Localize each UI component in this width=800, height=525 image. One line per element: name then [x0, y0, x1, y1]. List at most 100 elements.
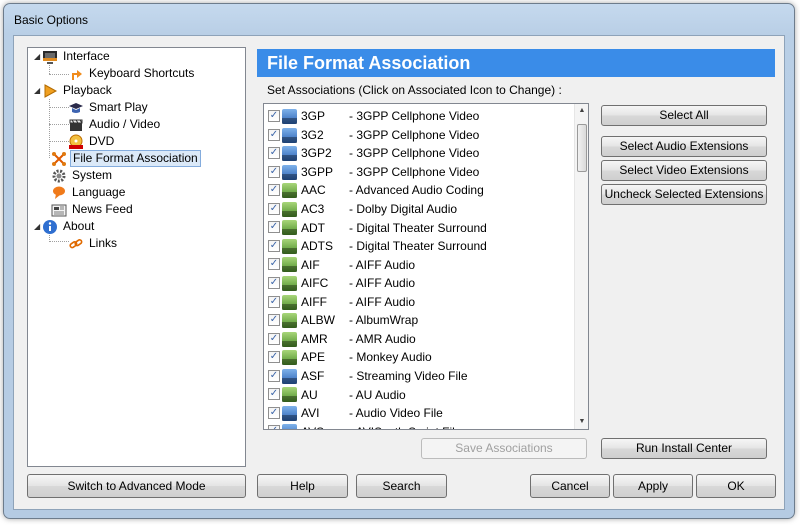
association-row[interactable]: ✓ ALBW - AlbumWrap — [264, 311, 576, 330]
select-audio-extensions-button[interactable]: Select Audio Extensions — [601, 136, 767, 157]
video-file-icon[interactable] — [282, 424, 297, 429]
association-checkbox[interactable]: ✓ — [268, 332, 280, 345]
video-file-icon[interactable] — [282, 127, 297, 143]
audio-file-icon[interactable] — [282, 294, 297, 310]
tree-item-playback[interactable]: ◢ Playback — [34, 82, 114, 99]
association-row[interactable]: ✓ 3G2 - 3GPP Cellphone Video — [264, 126, 576, 145]
help-button[interactable]: Help — [257, 474, 348, 498]
audio-file-icon[interactable] — [282, 257, 297, 273]
video-file-icon[interactable] — [282, 405, 297, 421]
options-tree[interactable]: ◢ Interface Keyboard Shortcuts ◢ Playbac… — [27, 47, 246, 467]
association-checkbox[interactable]: ✓ — [268, 110, 280, 122]
audio-file-icon[interactable] — [282, 201, 297, 217]
audio-file-icon[interactable] — [282, 183, 297, 199]
association-row[interactable]: ✓ 3GP - 3GPP Cellphone Video — [264, 107, 576, 126]
play-icon — [42, 83, 58, 99]
save-associations-button[interactable]: Save Associations — [421, 438, 587, 459]
association-row[interactable]: ✓ ADT - Digital Theater Surround — [264, 218, 576, 237]
association-checkbox[interactable]: ✓ — [268, 258, 280, 271]
audio-file-icon[interactable] — [282, 275, 297, 291]
tree-item-system[interactable]: System — [51, 167, 114, 184]
association-row[interactable]: ✓ AC3 - Dolby Digital Audio — [264, 200, 576, 219]
dialog-client-area: ◢ Interface Keyboard Shortcuts ◢ Playbac… — [13, 35, 785, 510]
ok-button[interactable]: OK — [696, 474, 776, 498]
association-checkbox[interactable]: ✓ — [268, 369, 280, 382]
audio-file-icon[interactable] — [282, 220, 297, 236]
audio-file-icon[interactable] — [282, 313, 297, 329]
extension-label: 3GP — [301, 109, 326, 124]
scroll-up-arrow-icon[interactable]: ▲ — [575, 104, 588, 118]
collapse-triangle-icon[interactable]: ◢ — [34, 82, 42, 99]
association-row[interactable]: ✓ AIFF - AIFF Audio — [264, 293, 576, 312]
association-row[interactable]: ✓ ADTS - Digital Theater Surround — [264, 237, 576, 256]
audio-file-icon[interactable] — [282, 331, 297, 347]
run-install-center-button[interactable]: Run Install Center — [601, 438, 767, 459]
list-scrollbar[interactable]: ▲ ▼ — [574, 104, 588, 429]
association-row[interactable]: ✓ AU - AU Audio — [264, 385, 576, 404]
search-button[interactable]: Search — [356, 474, 447, 498]
association-checkbox[interactable]: ✓ — [268, 425, 280, 429]
association-checkbox[interactable]: ✓ — [268, 388, 280, 401]
association-checkbox[interactable]: ✓ — [268, 202, 280, 215]
audio-file-icon[interactable] — [282, 350, 297, 366]
association-row[interactable]: ✓ 3GPP - 3GPP Cellphone Video — [264, 163, 576, 182]
association-checkbox[interactable]: ✓ — [268, 239, 280, 252]
association-checkbox[interactable]: ✓ — [268, 221, 280, 234]
select-video-extensions-button[interactable]: Select Video Extensions — [601, 160, 767, 181]
tree-item-audio-video[interactable]: Audio / Video — [68, 116, 162, 133]
switch-to-advanced-mode-button[interactable]: Switch to Advanced Mode — [27, 474, 246, 498]
tree-item-file-format-association[interactable]: File Format Association — [51, 150, 201, 167]
association-row[interactable]: ✓ AMR - AMR Audio — [264, 330, 576, 349]
tree-item-about[interactable]: ◢ About — [34, 218, 96, 235]
association-row[interactable]: ✓ 3GP2 - 3GPP Cellphone Video — [264, 144, 576, 163]
select-all-button[interactable]: Select All — [601, 105, 767, 126]
association-checkbox[interactable]: ✓ — [268, 147, 280, 160]
video-file-icon[interactable] — [282, 368, 297, 384]
extension-description: - 3GPP Cellphone Video — [349, 164, 480, 179]
cancel-button[interactable]: Cancel — [530, 474, 610, 498]
extension-description: - Audio Video File — [349, 406, 443, 421]
collapse-triangle-icon[interactable]: ◢ — [34, 218, 42, 235]
tree-item-dvd[interactable]: DVD — [68, 133, 116, 150]
collapse-triangle-icon[interactable]: ◢ — [34, 48, 42, 65]
window-title: Basic Options — [14, 13, 89, 27]
tree-item-keyboard-shortcuts[interactable]: Keyboard Shortcuts — [68, 65, 196, 82]
video-file-icon[interactable] — [282, 164, 297, 180]
extension-description: - Monkey Audio — [349, 350, 432, 365]
association-checkbox[interactable]: ✓ — [268, 128, 280, 141]
apply-button[interactable]: Apply — [613, 474, 693, 498]
scrollbar-thumb[interactable] — [577, 124, 587, 172]
tree-item-smart-play[interactable]: Smart Play — [68, 99, 150, 116]
audio-file-icon[interactable] — [282, 387, 297, 403]
association-row[interactable]: ✓ AIF - AIFF Audio — [264, 255, 576, 274]
extension-label: 3GP2 — [301, 146, 332, 161]
association-row[interactable]: ✓ AVI - Audio Video File — [264, 404, 576, 423]
video-file-icon[interactable] — [282, 146, 297, 162]
association-checkbox[interactable]: ✓ — [268, 406, 280, 419]
associations-list[interactable]: ✓ AVS - AVISynth Script File ✓ AVI - Audio Vi… — [263, 103, 589, 430]
association-row[interactable]: ✓ AAC - Advanced Audio Coding — [264, 181, 576, 200]
association-checkbox[interactable]: ✓ — [268, 165, 280, 178]
audio-file-icon[interactable] — [282, 238, 297, 254]
association-checkbox[interactable]: ✓ — [268, 351, 280, 364]
association-row[interactable]: ✓ ASF - Streaming Video File — [264, 367, 576, 386]
extension-label: AMR — [301, 331, 328, 346]
association-checkbox[interactable]: ✓ — [268, 314, 280, 327]
association-row[interactable]: ✓ AVS - AVISynth Script File — [264, 422, 576, 429]
association-row[interactable]: ✓ AIFC - AIFF Audio — [264, 274, 576, 293]
clapperboard-icon — [68, 117, 84, 133]
association-checkbox[interactable]: ✓ — [268, 295, 280, 308]
scroll-down-arrow-icon[interactable]: ▼ — [575, 415, 588, 429]
tree-item-language[interactable]: Language — [51, 184, 127, 201]
extension-label: ASF — [301, 368, 325, 383]
association-checkbox[interactable]: ✓ — [268, 276, 280, 289]
video-file-icon[interactable] — [282, 109, 297, 124]
extension-label: AIFF — [301, 294, 327, 309]
extension-label: AAC — [301, 183, 326, 198]
tree-item-news-feed[interactable]: News Feed — [51, 201, 135, 218]
association-checkbox[interactable]: ✓ — [268, 184, 280, 197]
association-row[interactable]: ✓ APE - Monkey Audio — [264, 348, 576, 367]
uncheck-selected-extensions-button[interactable]: Uncheck Selected Extensions — [601, 184, 767, 205]
tree-item-links[interactable]: Links — [68, 235, 119, 252]
tree-item-interface[interactable]: ◢ Interface — [34, 48, 112, 65]
